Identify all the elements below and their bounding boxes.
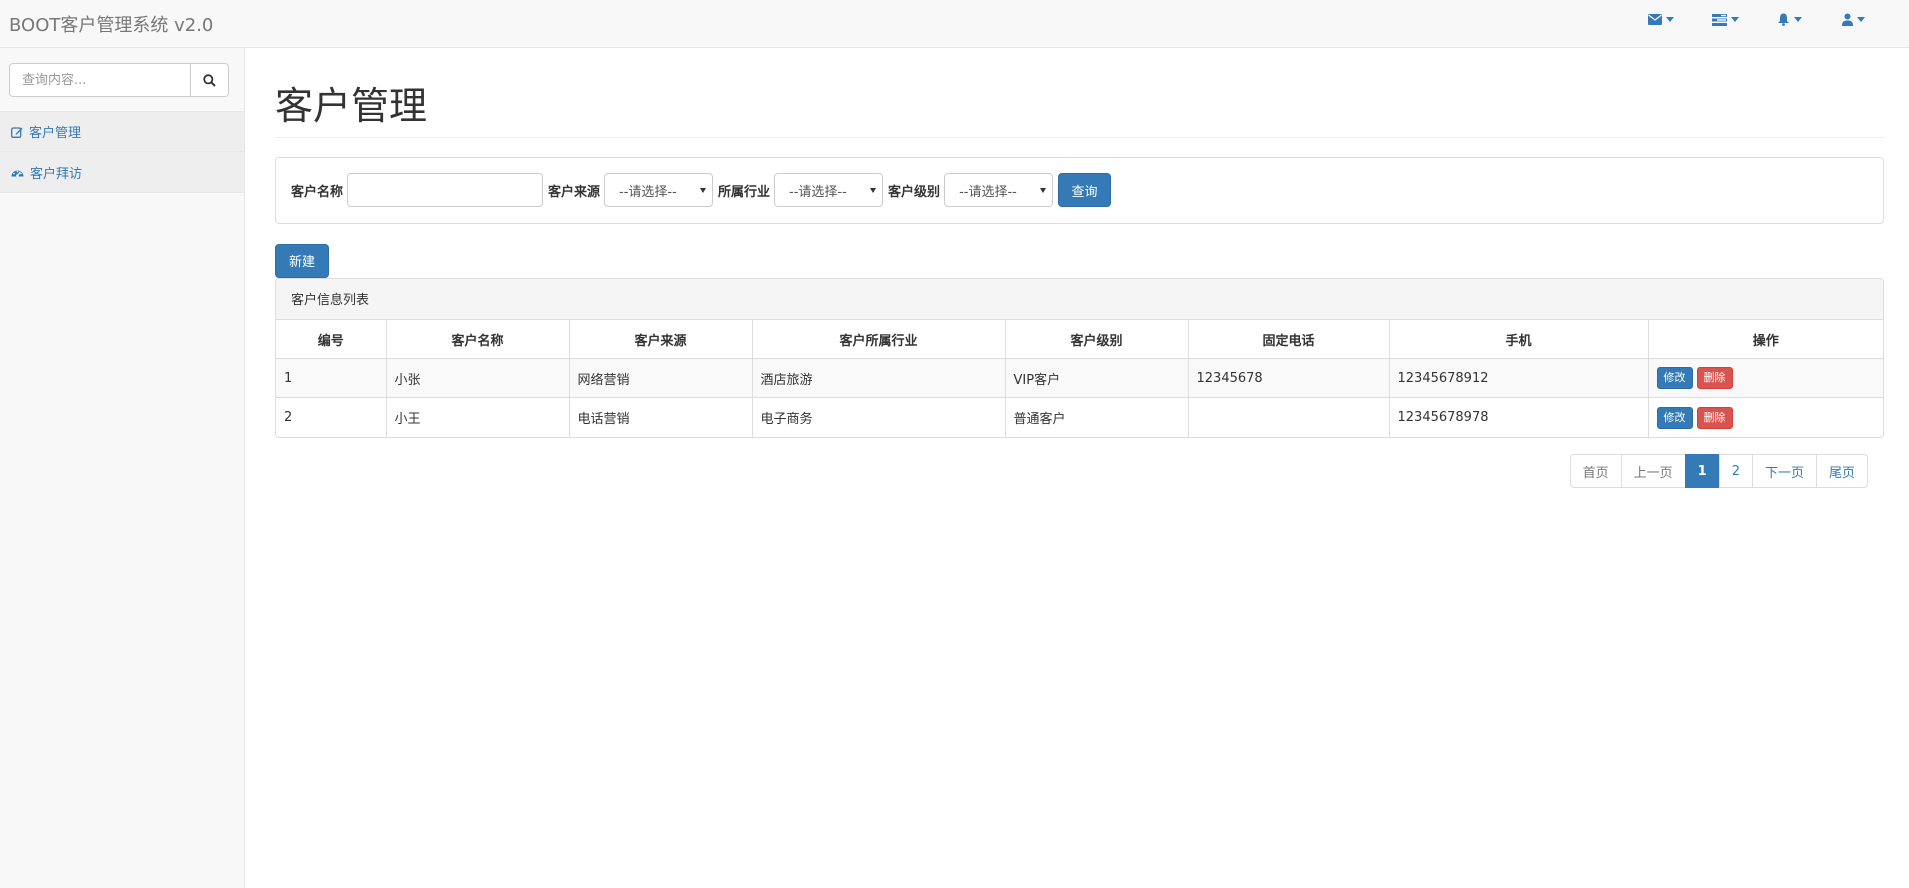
edit-button[interactable]: 修改 [1656,406,1693,429]
cell-mobile: 12345678978 [1388,397,1649,437]
industry-label: 所属行业 [718,184,771,200]
sidebar: 客户管理 客户拜访 [0,48,245,888]
table-header-row: 编号 客户名称 客户来源 客户所属行业 客户级别 固定电话 手机 操作 [276,319,1883,360]
sidebar-item-label: 客户管理 [29,126,82,141]
customer-level-label: 客户级别 [888,184,941,200]
column-header: 客户名称 [385,319,570,360]
next-page-link[interactable]: 下一页 [1751,454,1817,488]
industry-select[interactable]: --请选择-- [774,173,884,208]
first-page-link[interactable]: 首页 [1569,454,1622,488]
chevron-down-icon [1793,17,1802,22]
column-header: 客户所属行业 [751,319,1006,360]
last-page-link[interactable]: 尾页 [1815,454,1868,488]
sidebar-item-label: 客户拜访 [30,166,83,182]
search-input[interactable] [9,63,191,97]
edit-icon [11,126,23,138]
sidebar-item-customer-management[interactable]: 客户管理 [0,111,244,152]
edit-button[interactable]: 修改 [1656,367,1693,390]
search-button[interactable] [191,63,229,97]
cell-source: 网络营销 [568,358,753,399]
navbar-right [1629,13,1885,26]
cell-name: 小张 [385,358,570,399]
filter-panel: 客户名称 客户来源 --请选择-- 所属行业 --请选择-- 客户级别 --请选… [275,156,1884,224]
prev-page-link[interactable]: 上一页 [1620,454,1686,488]
sidebar-search [9,63,229,97]
query-button[interactable]: 查询 [1058,173,1112,208]
table-row: 2 小王 电话营销 电子商务 普通客户 12345678978 修改 删除 [276,397,1883,437]
pagination: 首页 上一页 1 2 下一页 尾页 [1569,454,1868,488]
column-header: 操作 [1647,319,1883,360]
app-brand[interactable]: BOOT客户管理系统 v2.0 [9,11,213,37]
page-header: 客户管理 [275,84,1884,138]
main-content: 客户管理 客户名称 客户来源 --请选择-- 所属行业 --请选择-- 客户级别… [275,48,1884,488]
top-navbar: BOOT客户管理系统 v2.0 [0,0,1909,48]
tasks-icon [1711,13,1727,26]
page-title: 客户管理 [275,84,428,128]
envelope-icon [1648,14,1662,25]
cell-phone [1187,397,1390,437]
customer-list-panel: 客户信息列表 编号 客户名称 客户来源 客户所属行业 客户级别 固定电话 手机 … [275,277,1884,438]
dashboard-icon [11,170,24,177]
cell-source: 电话营销 [568,397,753,437]
cell-level: 普通客户 [1004,397,1189,437]
tasks-dropdown[interactable] [1693,13,1757,26]
alerts-dropdown[interactable] [1757,13,1821,26]
chevron-down-icon [1856,17,1865,22]
column-header: 固定电话 [1187,319,1390,360]
customer-level-select[interactable]: --请选择-- [944,173,1054,208]
table-row: 1 小张 网络营销 酒店旅游 VIP客户 12345678 1234567891… [276,358,1883,399]
column-header: 客户级别 [1004,319,1189,360]
column-header: 编号 [276,319,387,360]
page-link-1[interactable]: 1 [1684,454,1720,488]
select-value: --请选择-- [619,184,677,200]
new-customer-button[interactable]: 新建 [275,243,329,278]
caret-down-icon [700,187,707,193]
customer-name-input[interactable] [347,173,544,208]
sidebar-menu: 客户管理 客户拜访 [0,111,244,193]
cell-industry: 酒店旅游 [751,358,1006,399]
page-link-2[interactable]: 2 [1718,454,1753,488]
cell-id: 2 [276,397,387,437]
chevron-down-icon [1730,17,1739,22]
messages-dropdown[interactable] [1629,13,1693,26]
caret-down-icon [870,187,877,193]
column-header: 客户来源 [568,319,753,360]
cell-id: 1 [276,358,387,399]
customer-table: 编号 客户名称 客户来源 客户所属行业 客户级别 固定电话 手机 操作 1 小张… [276,319,1883,437]
chevron-down-icon [1666,17,1674,22]
panel-heading: 客户信息列表 [276,278,1883,320]
customer-name-label: 客户名称 [291,184,344,200]
select-value: --请选择-- [789,184,847,200]
sidebar-item-customer-visit[interactable]: 客户拜访 [0,152,244,193]
search-icon [203,73,216,87]
cell-industry: 电子商务 [751,397,1006,437]
caret-down-icon [1040,187,1047,193]
cell-phone: 12345678 [1187,358,1390,399]
delete-button[interactable]: 删除 [1696,367,1733,390]
delete-button[interactable]: 删除 [1696,406,1733,429]
select-value: --请选择-- [959,184,1017,200]
cell-actions: 修改 删除 [1647,358,1883,399]
column-header: 手机 [1388,319,1649,360]
cell-mobile: 12345678912 [1388,358,1649,399]
cell-level: VIP客户 [1004,358,1189,399]
cell-name: 小王 [385,397,570,437]
user-icon [1841,13,1853,26]
customer-source-label: 客户来源 [548,184,601,200]
user-dropdown[interactable] [1821,13,1885,26]
bell-icon [1777,13,1789,26]
customer-source-select[interactable]: --请选择-- [604,173,714,208]
cell-actions: 修改 删除 [1647,397,1883,437]
